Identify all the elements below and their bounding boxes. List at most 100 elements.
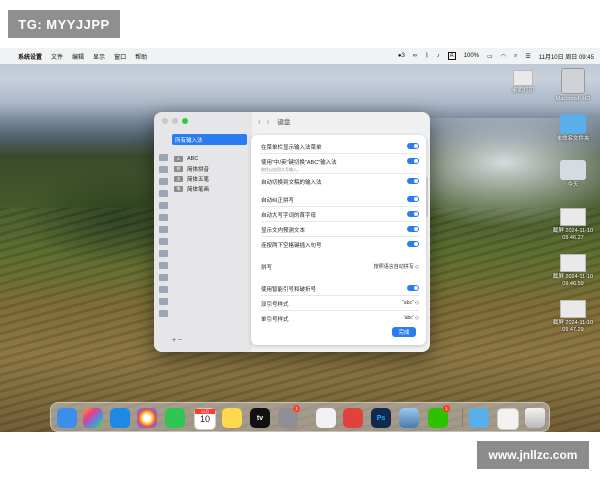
minimize-button[interactable]	[172, 118, 178, 124]
category-icon[interactable]	[159, 238, 168, 245]
toggle-switch[interactable]	[407, 143, 419, 149]
screenshot-stack-icon[interactable]	[497, 408, 519, 430]
setting-show-input-menu: 在菜单栏显示输入法菜单	[261, 143, 419, 151]
category-icon[interactable]	[159, 298, 168, 305]
bluetooth-icon[interactable]: ᛒ	[425, 53, 429, 59]
category-icon[interactable]	[159, 214, 168, 221]
input-source-pinyin[interactable]: 拼 简体拼音	[174, 164, 209, 173]
category-icon[interactable]	[159, 250, 168, 257]
spelling-select[interactable]: 按照语言自动拼写 ◇	[374, 263, 419, 270]
wifi-icon[interactable]: ◠	[501, 53, 506, 60]
menu-window[interactable]: 窗口	[114, 52, 126, 61]
creative-cloud-icon[interactable]: ∞	[413, 53, 417, 59]
input-source-label: 简体五笔	[187, 176, 210, 183]
toggle-switch[interactable]	[407, 196, 419, 202]
desktop-icon-screenshot-1[interactable]: 截屏 2024-11-10 09.46.27	[548, 208, 598, 242]
toggle-switch[interactable]	[407, 178, 419, 184]
abc-badge-icon: A	[174, 155, 183, 162]
trash-icon[interactable]	[525, 408, 545, 428]
settings-category-icons	[159, 154, 169, 322]
category-icon[interactable]	[159, 226, 168, 233]
category-icon[interactable]	[159, 310, 168, 317]
screenshot-thumbnail-icon	[560, 208, 586, 226]
photos-icon[interactable]	[137, 408, 157, 428]
toggle-switch[interactable]	[407, 285, 419, 291]
clock[interactable]: 11月10日 周日 09:45	[539, 52, 594, 61]
scrollbar[interactable]	[426, 177, 428, 217]
preview-icon[interactable]	[399, 408, 419, 428]
category-icon[interactable]	[159, 190, 168, 197]
double-quote-select[interactable]: "abc" ◇	[402, 300, 419, 306]
toggle-switch[interactable]	[407, 241, 419, 247]
photoshop-icon[interactable]: Ps	[371, 408, 391, 428]
finder-icon[interactable]	[57, 408, 77, 428]
input-method-indicator[interactable]: A	[447, 52, 456, 60]
music-icon[interactable]: ♪	[437, 53, 440, 59]
back-icon[interactable]: ‹	[258, 117, 261, 126]
settings-window: 所有输入法 A ABC 拼 简体拼音 五 简体五笔 笔 简体笔画 + − ‹ ›…	[154, 112, 430, 352]
input-source-abc[interactable]: A ABC	[174, 154, 209, 163]
app-store-icon[interactable]	[316, 408, 336, 428]
menu-file[interactable]: 文件	[51, 52, 63, 61]
control-center-icon[interactable]: ☰	[525, 53, 530, 60]
toggle-switch[interactable]	[407, 211, 419, 217]
desktop-icon-print[interactable]: 桌面打印	[498, 70, 548, 95]
folder-icon	[560, 114, 586, 134]
desktop-icon-screenshot-2[interactable]: 截屏 2024-11-10 09.46.59	[548, 254, 598, 288]
menu-help[interactable]: 帮助	[135, 52, 147, 61]
add-remove-buttons[interactable]: + −	[172, 337, 182, 344]
downloads-folder-icon[interactable]	[469, 408, 489, 428]
setting-single-quote-style: 单引号样式 'abc' ◇	[261, 315, 419, 323]
desktop-icon-macintosh-hd[interactable]: Macintosh HD	[548, 68, 598, 103]
category-icon[interactable]	[159, 154, 168, 161]
calendar-icon[interactable]: 11月 10	[194, 408, 216, 430]
setting-label: 自动切换到文稿的输入法	[261, 180, 322, 186]
search-icon[interactable]: ⌕	[514, 53, 517, 60]
menu-view[interactable]: 显示	[93, 52, 105, 61]
category-icon[interactable]	[159, 166, 168, 173]
setting-zh-en-key: 使用"中/英"键切换"ABC"输入法 按住以启用大写输入。	[261, 158, 419, 173]
category-icon[interactable]	[159, 286, 168, 293]
input-source-stroke[interactable]: 笔 简体笔画	[174, 184, 209, 193]
stroke-badge-icon: 笔	[174, 185, 183, 192]
input-source-wubi[interactable]: 五 简体五笔	[174, 174, 209, 183]
input-settings-sheet: 在菜单栏显示输入法菜单 使用"中/英"键切换"ABC"输入法 按住以启用大写输入…	[251, 135, 426, 345]
menu-extras: ●3 ∞ ᛒ ♪ A 100% ▭ ◠ ⌕ ☰ 11月10日 周日 09:45	[398, 48, 594, 64]
notes-icon[interactable]	[222, 408, 242, 428]
safari-icon[interactable]	[110, 408, 130, 428]
desktop-icon-today[interactable]: 今天	[548, 160, 598, 189]
setting-label: 在菜单栏显示输入法菜单	[261, 145, 322, 151]
input-source-label: 简体拼音	[187, 166, 210, 173]
apple-tv-icon[interactable]: tv	[250, 408, 270, 428]
launchpad-icon[interactable]	[83, 408, 103, 428]
category-icon[interactable]	[159, 178, 168, 185]
zoom-button[interactable]	[182, 118, 188, 124]
wubi-badge-icon: 五	[174, 175, 183, 182]
menu-app-name[interactable]: 系统设置	[18, 52, 42, 61]
menu-edit[interactable]: 编辑	[72, 52, 84, 61]
desktop-icon-folder[interactable]: 未命名文件夹	[548, 114, 598, 143]
category-icon[interactable]	[159, 274, 168, 281]
window-title: 键盘	[277, 119, 291, 126]
category-icon[interactable]	[159, 262, 168, 269]
battery-indicator[interactable]: 100%	[464, 53, 479, 59]
setting-autocorrect: 自动纠正拼写	[261, 196, 419, 204]
system-settings-icon[interactable]: 1	[278, 405, 300, 428]
done-button[interactable]: 完成	[392, 327, 416, 337]
setting-capitalize: 自动大写字词的首字母	[261, 211, 419, 219]
toggle-switch[interactable]	[407, 158, 419, 164]
single-quote-select[interactable]: 'abc' ◇	[404, 315, 419, 321]
red-app-icon[interactable]	[343, 408, 363, 428]
desktop-icon-screenshot-3[interactable]: 截屏 2024-11-10 09.47.29	[548, 300, 598, 334]
setting-smart-quotes: 使用智能引号和破折号	[261, 285, 419, 293]
forward-icon[interactable]: ›	[267, 117, 270, 126]
facetime-icon[interactable]	[165, 408, 185, 428]
close-button[interactable]	[162, 118, 168, 124]
sidebar-item-all-input-sources[interactable]: 所有输入法	[172, 134, 247, 145]
wechat-status-icon[interactable]: ●3	[398, 53, 405, 59]
category-icon[interactable]	[159, 202, 168, 209]
setting-double-quote-style: 双引号样式 "abc" ◇	[261, 300, 419, 308]
thumbnail-icon	[513, 70, 533, 86]
wechat-icon[interactable]: 1	[428, 405, 450, 428]
toggle-switch[interactable]	[407, 226, 419, 232]
